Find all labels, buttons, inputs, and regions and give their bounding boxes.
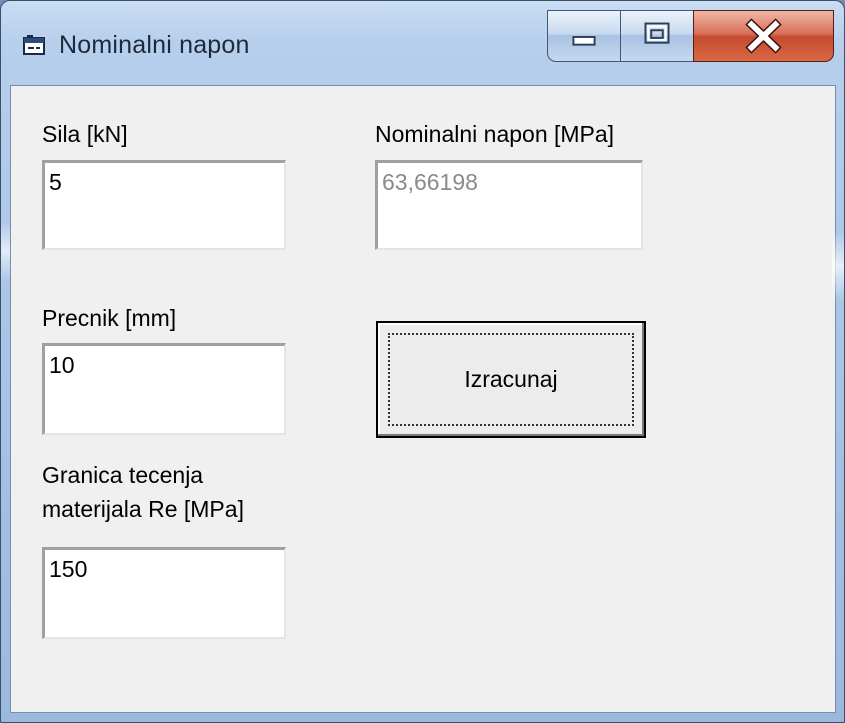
yield-strength-input[interactable]: 150	[42, 547, 286, 639]
force-label: Sila [kN]	[42, 121, 128, 147]
diameter-input[interactable]: 10	[42, 343, 286, 435]
window-title: Nominalni napon	[59, 31, 250, 59]
window-app-icon[interactable]	[23, 35, 47, 57]
force-input[interactable]: 5	[42, 160, 286, 250]
caption-buttons	[547, 10, 834, 68]
yield-label-line2: materijala Re [MPa]	[42, 496, 244, 522]
minimize-icon	[572, 36, 596, 46]
form-client-area: Sila [kN] 5 Nominalni napon [MPa] 63,661…	[10, 85, 836, 713]
diameter-label: Precnik [mm]	[42, 305, 177, 331]
maximize-icon	[644, 22, 670, 44]
close-button[interactable]	[693, 10, 834, 62]
yield-label-line1: Granica tecenja	[42, 462, 204, 488]
calculate-button[interactable]: Izracunaj	[376, 321, 646, 438]
close-icon	[745, 18, 782, 54]
calculate-button-label: Izracunaj	[388, 333, 634, 426]
nominal-stress-label: Nominalni napon [MPa]	[375, 121, 615, 147]
maximize-button[interactable]	[620, 10, 694, 62]
nominal-stress-output[interactable]: 63,66198	[375, 160, 643, 250]
window-frame: Nominalni napon Sila [kN] 5 Nominalni na…	[0, 0, 845, 723]
minimize-button[interactable]	[547, 10, 621, 62]
